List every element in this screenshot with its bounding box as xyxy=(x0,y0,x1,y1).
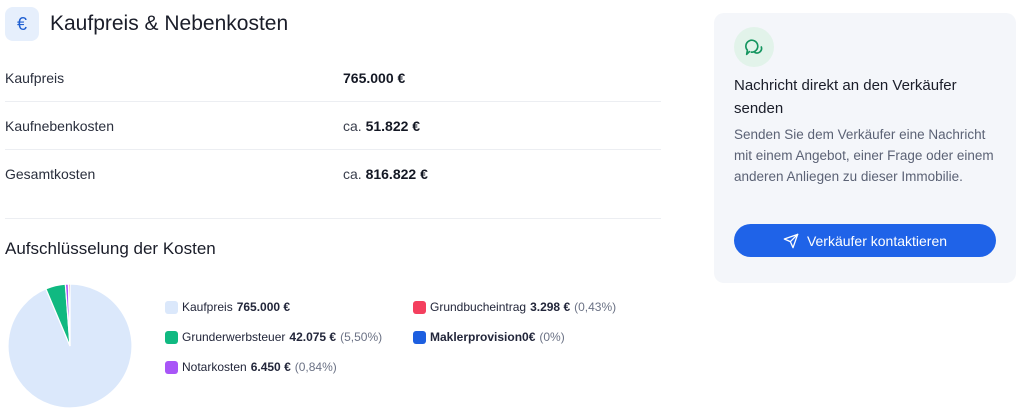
legend-swatch xyxy=(165,360,178,374)
legend-item-maklerprovision: Maklerprovision 0€ (0%) xyxy=(413,330,565,344)
legend-swatch xyxy=(165,330,178,344)
legend-amount: 6.450 € xyxy=(250,360,291,374)
legend-percent: (0%) xyxy=(539,330,565,344)
contact-card: Nachricht direkt an den Verkäufer senden… xyxy=(714,13,1016,283)
legend-name: Grunderwerbsteuer xyxy=(182,330,286,344)
legend-percent: (5,50%) xyxy=(340,330,383,344)
contact-button-label: Verkäufer kontaktieren xyxy=(806,232,948,249)
chat-bubble-icon xyxy=(734,27,774,67)
breakdown-title: Aufschlüsselung der Kosten xyxy=(5,239,216,258)
cost-table: Kaufpreis 765.000 € Kaufnebenkosten ca. … xyxy=(5,54,661,198)
legend-name: Notarkosten xyxy=(182,360,247,374)
cost-row-kaufpreis: Kaufpreis 765.000 € xyxy=(5,54,661,102)
legend-amount: 0€ xyxy=(522,330,536,344)
cost-value: ca. 51.822 € xyxy=(343,117,421,134)
legend-swatch xyxy=(413,330,426,344)
legend-item-grundbucheintrag: Grundbucheintrag 3.298 € (0,43%) xyxy=(413,300,616,314)
legend-name: Grundbucheintrag xyxy=(430,300,527,314)
legend-percent: (0,43%) xyxy=(574,300,617,314)
legend-percent: (0,84%) xyxy=(294,360,337,374)
legend-amount: 42.075 € xyxy=(289,330,337,344)
legend-name: Maklerprovision xyxy=(430,330,523,344)
contact-seller-button[interactable]: Verkäufer kontaktieren xyxy=(734,224,996,257)
legend-item-kaufpreis: Kaufpreis 765.000 € xyxy=(165,300,290,314)
legend-item-notarkosten: Notarkosten 6.450 € (0,84%) xyxy=(165,360,337,374)
cost-label: Gesamtkosten xyxy=(5,166,96,182)
legend-item-grunderwerbsteuer: Grunderwerbsteuer 42.075 € (5,50%) xyxy=(165,330,382,344)
cost-row-gesamtkosten: Gesamtkosten ca. 816.822 € xyxy=(5,150,661,198)
legend-name: Kaufpreis xyxy=(182,300,233,314)
cost-label: Kaufnebenkosten xyxy=(5,117,114,134)
cost-row-kaufnebenkosten: Kaufnebenkosten ca. 51.822 € xyxy=(5,102,661,150)
legend-swatch xyxy=(413,300,426,314)
contact-description: Senden Sie dem Verkäufer eine Nachricht … xyxy=(734,127,994,184)
cost-value: ca. 816.822 € xyxy=(343,166,428,182)
legend-amount: 765.000 € xyxy=(236,300,291,314)
cost-pie-chart xyxy=(7,283,133,409)
cost-value: 765.000 € xyxy=(343,69,406,86)
contact-title: Nachricht direkt an den Verkäufer senden xyxy=(734,77,957,117)
section-header: € Kaufpreis & Nebenkosten xyxy=(5,7,288,41)
page-title: Kaufpreis & Nebenkosten xyxy=(50,12,289,35)
send-icon xyxy=(783,233,799,248)
legend-swatch xyxy=(165,300,178,314)
legend-amount: 3.298 € xyxy=(530,300,571,314)
euro-icon: € xyxy=(5,7,39,41)
divider xyxy=(5,218,661,219)
cost-label: Kaufpreis xyxy=(5,69,65,86)
